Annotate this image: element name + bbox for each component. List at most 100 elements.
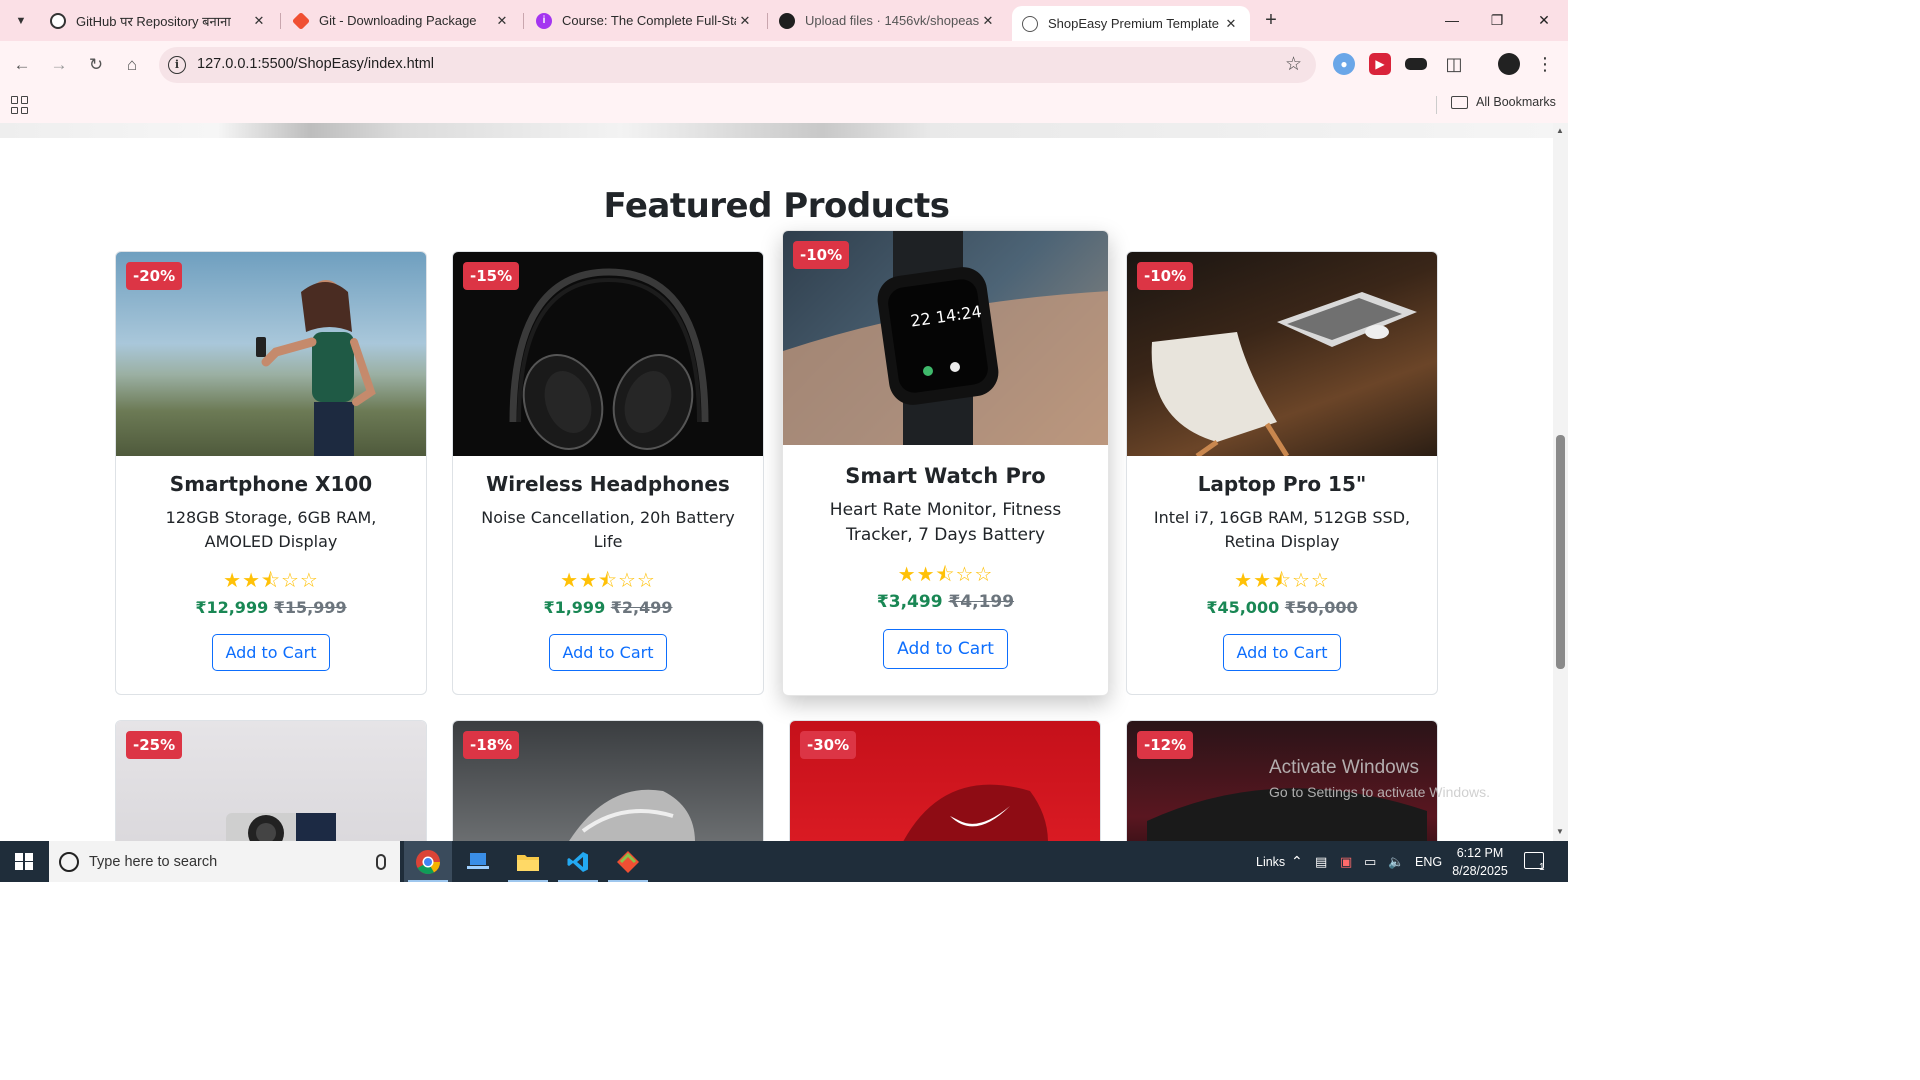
scroll-down-arrow-icon[interactable]: ▼ — [1556, 827, 1564, 836]
site-info-icon[interactable]: i — [168, 56, 186, 74]
course-icon: i — [536, 12, 552, 29]
close-icon[interactable]: ✕ — [493, 12, 511, 30]
security-icon[interactable]: ▣ — [1340, 841, 1352, 882]
active-indicator — [408, 880, 448, 882]
tab-separator — [523, 13, 524, 29]
add-to-cart-button[interactable]: Add to Cart — [212, 634, 330, 671]
discount-badge: -20% — [126, 262, 183, 290]
extension-icon[interactable]: ● — [1333, 53, 1355, 75]
product-price: ₹12,999 ₹15,999 — [116, 598, 426, 617]
taskbar-git-gui[interactable] — [604, 841, 652, 882]
bookmarks-divider — [1436, 96, 1437, 114]
battery-icon[interactable]: ▭ — [1364, 841, 1376, 882]
tab-shopeasy[interactable]: ShopEasy Premium Template ✕ — [1012, 6, 1250, 41]
bookmarks-bar: All Bookmarks — [0, 88, 1568, 123]
tab-title: Course: The Complete Full-Stac — [562, 13, 736, 28]
close-icon[interactable]: ✕ — [736, 12, 754, 30]
tab-title: Upload files · 1456vk/shopeasy — [805, 13, 979, 28]
apps-grid-icon[interactable] — [11, 96, 29, 114]
new-tab-plus-icon[interactable]: + — [1259, 8, 1283, 32]
taskbar-search[interactable]: Type here to search — [49, 841, 400, 882]
github-icon — [779, 12, 795, 29]
vscode-icon — [567, 851, 588, 872]
tab-title: ShopEasy Premium Template — [1048, 16, 1220, 31]
openai-icon — [50, 12, 66, 29]
activate-windows-title: Activate Windows — [1269, 757, 1419, 778]
microphone-icon[interactable] — [376, 853, 386, 870]
restore-icon[interactable]: ❐ — [1477, 6, 1517, 34]
discount-badge: -10% — [793, 241, 850, 269]
scroll-up-arrow-icon[interactable]: ▲ — [1556, 126, 1564, 135]
clock-time: 6:12 PM — [1456, 846, 1504, 860]
volume-icon[interactable]: 🔈 — [1388, 841, 1404, 882]
original-price: ₹15,999 — [273, 598, 347, 617]
product-name: Smartphone X100 — [169, 472, 373, 496]
product-name: Wireless Headphones — [486, 472, 730, 496]
tab-course[interactable]: i Course: The Complete Full-Stac ✕ — [526, 6, 764, 35]
language-indicator[interactable]: ENG — [1415, 841, 1442, 882]
close-icon[interactable]: ✕ — [250, 12, 268, 30]
back-arrow-icon[interactable]: ← — [8, 51, 36, 79]
add-to-cart-button[interactable]: Add to Cart — [549, 634, 667, 671]
active-indicator — [608, 880, 648, 882]
add-to-cart-button[interactable]: Add to Cart — [1223, 634, 1341, 671]
close-icon[interactable]: ✕ — [1222, 15, 1240, 33]
page-scrollbar[interactable]: ▲ ▼ — [1553, 123, 1568, 841]
profile-avatar[interactable] — [1498, 53, 1520, 75]
taskbar-clock[interactable]: 6:12 PM 8/28/2025 — [1448, 844, 1512, 880]
add-to-cart-button[interactable]: Add to Cart — [883, 629, 1008, 669]
active-indicator — [558, 880, 598, 882]
tab-git-downloading[interactable]: Git - Downloading Package ✕ — [283, 6, 521, 35]
laptop-app-icon — [467, 852, 489, 869]
product-name: Smart Watch Pro — [845, 464, 1046, 488]
taskbar-chrome[interactable] — [404, 841, 452, 882]
puzzle-extensions-icon[interactable]: ◫ — [1443, 53, 1465, 75]
all-bookmarks-button[interactable]: All Bookmarks — [1451, 95, 1556, 109]
close-icon[interactable]: ✕ — [979, 12, 997, 30]
current-price: ₹1,999 — [543, 598, 606, 617]
product-card: -10% Laptop Pro 15" Intel i7, 16GB RAM, … — [1126, 251, 1438, 695]
page-viewport: Featured Products -20% Smartphone X100 1… — [0, 123, 1553, 841]
product-card-hovered: 22 14:24 -10% Smart Watch Pro Heart Rate… — [782, 230, 1109, 696]
rating-stars-icon: ★★⯪☆☆ — [897, 564, 994, 586]
links-label: Links — [1256, 854, 1286, 869]
discount-badge: -10% — [1137, 262, 1194, 290]
address-bar[interactable]: i 127.0.0.1:5500/ShopEasy/index.html ☆ — [159, 47, 1316, 83]
folder-icon — [517, 854, 539, 871]
window-close-icon[interactable]: ✕ — [1524, 6, 1564, 34]
active-indicator — [508, 880, 548, 882]
minimize-icon[interactable]: — — [1432, 6, 1472, 34]
tray-expand-icon[interactable]: ⌃ — [1291, 841, 1303, 882]
taskbar-vscode[interactable] — [554, 841, 602, 882]
tab-github-repository[interactable]: GitHub पर Repository बनाना ✕ — [40, 6, 278, 35]
start-button[interactable] — [0, 841, 48, 882]
tab-search-chevron-icon[interactable]: ▼ — [8, 8, 34, 34]
network-icon[interactable]: ▤ — [1315, 841, 1327, 882]
reload-icon[interactable]: ↻ — [82, 51, 110, 79]
product-price: ₹45,000 ₹50,000 — [1127, 598, 1437, 617]
more-menu-icon[interactable]: ⋮ — [1534, 53, 1556, 75]
product-body: Laptop Pro 15" Intel i7, 16GB RAM, 512GB… — [1127, 472, 1437, 671]
current-price: ₹12,999 — [195, 598, 269, 617]
taskbar-file-explorer[interactable] — [504, 841, 552, 882]
all-bookmarks-label: All Bookmarks — [1476, 95, 1556, 109]
product-card: -25% — [115, 720, 427, 841]
video-extension-icon[interactable]: ▶ — [1369, 53, 1391, 75]
tab-upload-files[interactable]: Upload files · 1456vk/shopeasy ✕ — [769, 6, 1007, 35]
product-card: -30% — [789, 720, 1101, 841]
original-price: ₹50,000 — [1284, 598, 1358, 617]
url-text[interactable]: 127.0.0.1:5500/ShopEasy/index.html — [197, 56, 434, 72]
forward-arrow-icon[interactable]: → — [45, 51, 73, 79]
bookmark-star-icon[interactable]: ☆ — [1285, 53, 1302, 76]
rating-stars-icon: ★★⯪☆☆ — [223, 570, 319, 592]
chrome-icon — [416, 849, 440, 874]
rating-stars-icon: ★★⯪☆☆ — [1234, 570, 1330, 592]
scrollbar-thumb[interactable] — [1556, 435, 1565, 669]
taskbar-laptop-app[interactable] — [454, 841, 502, 882]
home-icon[interactable]: ⌂ — [118, 51, 146, 79]
product-card: -15% Wireless Headphones Noise Cancellat… — [452, 251, 764, 695]
discount-badge: -30% — [800, 731, 857, 759]
keyboard-extension-icon[interactable] — [1405, 58, 1427, 70]
links-toolbar[interactable]: Links — [1256, 841, 1285, 882]
current-price: ₹3,499 — [876, 592, 943, 612]
